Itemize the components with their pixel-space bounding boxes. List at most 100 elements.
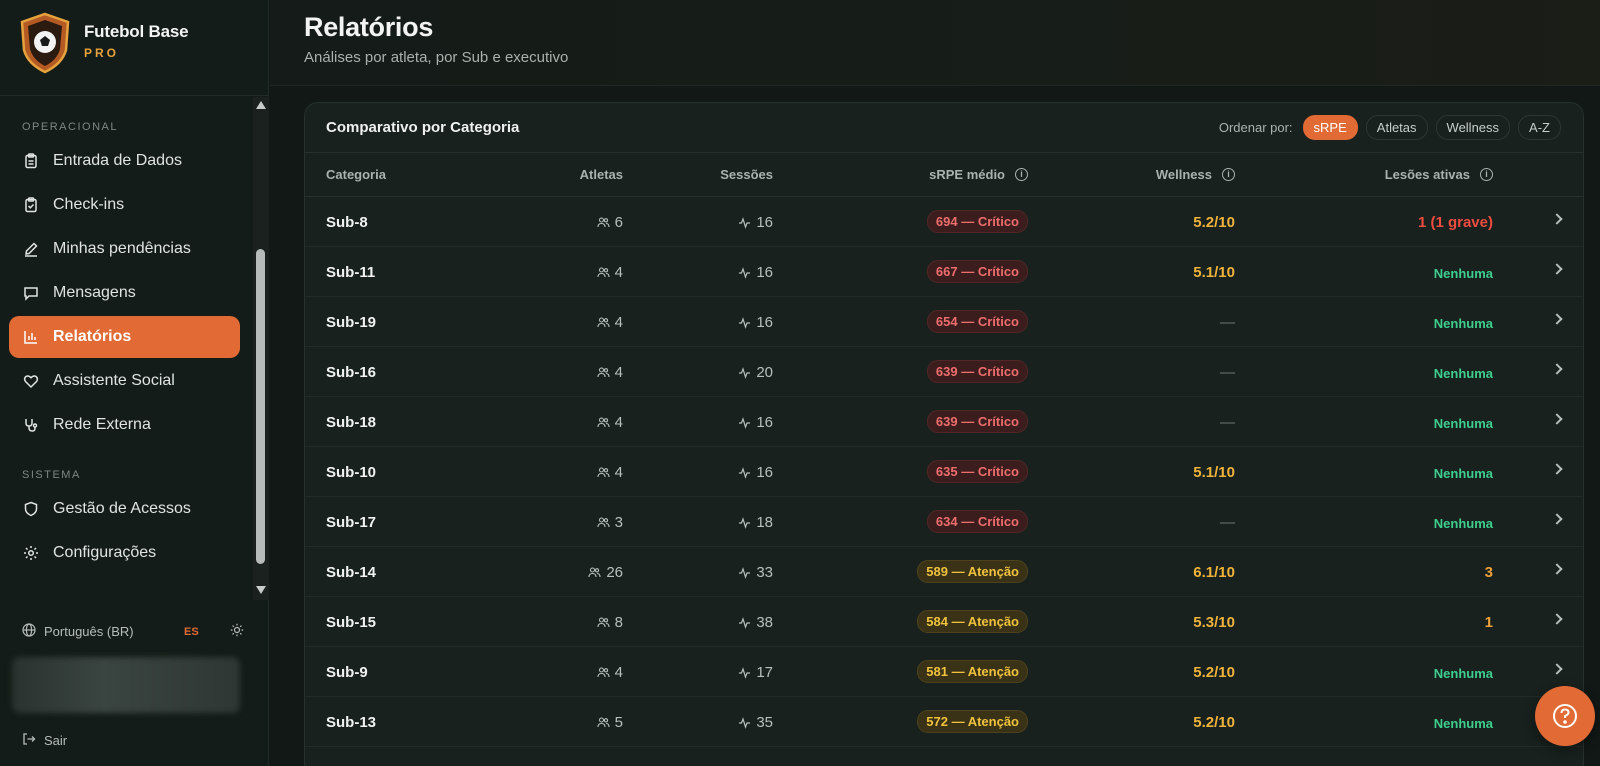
scroll-up-arrow-icon[interactable]	[256, 101, 266, 109]
sidebar-item-minhas-pendencias[interactable]: Minhas pendências	[9, 228, 240, 270]
chevron-right-icon[interactable]	[1551, 363, 1563, 375]
sessions-value: 16	[756, 464, 773, 481]
activity-icon	[739, 367, 751, 379]
sort-option-atletas[interactable]: Atletas	[1365, 115, 1428, 140]
sidebar-item-rede-externa[interactable]: Rede Externa	[9, 404, 240, 446]
sidebar-scrollbar[interactable]	[253, 97, 269, 600]
column-header-atletas[interactable]: Atletas	[580, 167, 623, 182]
sessions-cell: 16	[738, 414, 773, 431]
gear-icon	[23, 545, 39, 561]
chevron-right-icon[interactable]	[1551, 613, 1563, 625]
table-row[interactable]: Sub-18 4 16 639 — Crítico — Nenhuma	[305, 397, 1583, 447]
question-circle-icon	[1553, 704, 1577, 728]
column-header-categoria[interactable]: Categoria	[326, 167, 386, 182]
sidebar-item-mensagens[interactable]: Mensagens	[9, 272, 240, 314]
bar-chart-icon	[23, 329, 39, 345]
sidebar-item-relatorios[interactable]: Relatórios	[9, 316, 240, 358]
logout-label: Sair	[44, 733, 68, 748]
table-row[interactable]: Sub-10 4 16 635 — Crítico 5.1/10 Nenhuma	[305, 447, 1583, 497]
sidebar-item-label: Rede Externa	[53, 416, 151, 433]
athletes-cell: 26	[588, 564, 623, 581]
injuries-cell: 1	[1484, 614, 1493, 631]
chevron-right-icon[interactable]	[1551, 213, 1563, 225]
srpe-badge: 589 — Atenção	[917, 560, 1028, 583]
table-row[interactable]: Sub-8 6 16 694 — Crítico 5.2/10 1 (1 grave)	[305, 197, 1583, 247]
stethoscope-icon	[23, 417, 39, 433]
sort-option-srpe[interactable]: sRPE	[1302, 115, 1358, 140]
injuries-cell: 1 (1 grave)	[1417, 214, 1493, 231]
sidebar-item-assistente-social[interactable]: Assistente Social	[9, 360, 240, 402]
sessions-cell: 16	[738, 314, 773, 331]
user-profile-blurred[interactable]	[12, 657, 240, 713]
column-header-sessoes[interactable]: Sessões	[720, 167, 773, 182]
injuries-cell: Nenhuma	[1433, 466, 1493, 481]
chevron-right-icon[interactable]	[1551, 413, 1563, 425]
athletes-cell: 4	[597, 414, 623, 431]
wellness-cell: —	[1220, 314, 1235, 331]
sidebar-item-label: Assistente Social	[53, 372, 175, 389]
activity-icon	[739, 317, 751, 329]
sessions-value: 38	[756, 614, 773, 631]
page-title: Relatórios	[304, 12, 434, 42]
activity-icon	[739, 717, 751, 729]
table-row[interactable]: Sub-14 26 33 589 — Atenção 6.1/10 3	[305, 547, 1583, 597]
table-row[interactable]: Sub-13 5 35 572 — Atenção 5.2/10 Nenhuma	[305, 697, 1583, 747]
athletes-cell: 3	[597, 514, 623, 531]
athletes-value: 4	[614, 364, 623, 381]
table-row[interactable]: Sub-19 4 16 654 — Crítico — Nenhuma	[305, 297, 1583, 347]
chevron-right-icon[interactable]	[1551, 463, 1563, 475]
language-switcher[interactable]: Português (BR) ES	[22, 623, 247, 640]
category-cell: Sub-15	[326, 614, 377, 631]
injuries-cell: Nenhuma	[1433, 716, 1493, 731]
table-row[interactable]: Sub-16 4 20 639 — Crítico — Nenhuma	[305, 347, 1583, 397]
scroll-down-arrow-icon[interactable]	[256, 586, 266, 594]
column-header-srpe-medio[interactable]: sRPE médio i	[929, 167, 1028, 182]
srpe-badge: 654 — Crítico	[926, 310, 1028, 333]
users-icon	[597, 717, 610, 728]
sidebar-item-entrada-de-dados[interactable]: Entrada de Dados	[9, 140, 240, 182]
sidebar-nav: OPERACIONAL Entrada de Dados Check-ins M…	[0, 97, 269, 600]
column-header-wellness[interactable]: Wellness i	[1156, 167, 1235, 182]
sort-option-wellness[interactable]: Wellness	[1435, 115, 1511, 140]
activity-icon	[739, 617, 751, 629]
language-es-button[interactable]: ES	[184, 626, 199, 638]
sort-option-a-z[interactable]: A-Z	[1518, 115, 1561, 140]
heart-icon	[23, 373, 39, 389]
chevron-right-icon[interactable]	[1551, 263, 1563, 275]
table-row[interactable]: Sub-9 4 17 581 — Atenção 5.2/10 Nenhuma	[305, 647, 1583, 697]
theme-toggle-sun-icon[interactable]	[230, 623, 244, 640]
sidebar-item-check-ins[interactable]: Check-ins	[9, 184, 240, 226]
injuries-cell: Nenhuma	[1433, 366, 1493, 381]
chevron-right-icon[interactable]	[1551, 313, 1563, 325]
scrollbar-thumb[interactable]	[256, 249, 265, 564]
logout-button[interactable]: Sair	[22, 732, 67, 749]
info-icon[interactable]: i	[1222, 168, 1235, 181]
chevron-right-icon[interactable]	[1551, 513, 1563, 525]
main-content: Relatórios Análises por atleta, por Sub …	[270, 0, 1600, 766]
injuries-cell: Nenhuma	[1433, 316, 1493, 331]
srpe-badge: 581 — Atenção	[917, 660, 1028, 683]
wellness-cell: 5.1/10	[1193, 264, 1235, 281]
athletes-value: 4	[614, 314, 623, 331]
users-icon	[588, 567, 601, 578]
sort-label: Ordenar por:	[1218, 120, 1293, 135]
clipboard-check-icon	[23, 197, 39, 213]
sidebar-item-gestao-de-acessos[interactable]: Gestão de Acessos	[9, 488, 240, 530]
chevron-right-icon[interactable]	[1551, 563, 1563, 575]
table-row[interactable]: Sub-17 3 18 634 — Crítico — Nenhuma	[305, 497, 1583, 547]
info-icon[interactable]: i	[1480, 168, 1493, 181]
injuries-cell: Nenhuma	[1433, 266, 1493, 281]
help-button[interactable]	[1535, 686, 1595, 746]
category-cell: Sub-18	[326, 414, 377, 431]
sidebar-item-configuracoes[interactable]: Configurações	[9, 532, 240, 574]
info-icon[interactable]: i	[1015, 168, 1028, 181]
brand-tier: PRO	[84, 46, 120, 60]
column-header-lesoes-ativas[interactable]: Lesões ativas i	[1385, 167, 1493, 182]
chevron-right-icon[interactable]	[1551, 663, 1563, 675]
table-row[interactable]: Sub-11 4 16 667 — Crítico 5.1/10 Nenhuma	[305, 247, 1583, 297]
wellness-cell: 5.1/10	[1193, 464, 1235, 481]
clipboard-icon	[23, 153, 39, 169]
table-row[interactable]: Sub-15 8 38 584 — Atenção 5.3/10 1	[305, 597, 1583, 647]
wellness-cell: 5.2/10	[1193, 214, 1235, 231]
athletes-value: 4	[614, 264, 623, 281]
